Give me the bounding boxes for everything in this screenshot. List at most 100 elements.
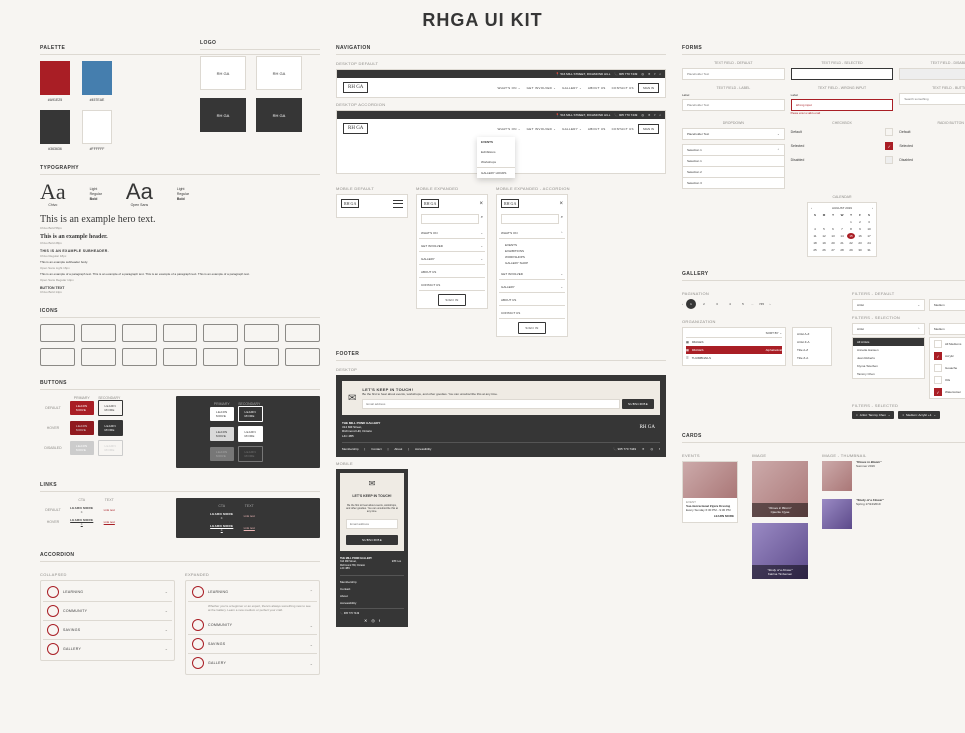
nav-link[interactable]: ABOUT US <box>588 86 606 90</box>
filter-option[interactable]: All Artists <box>853 338 924 346</box>
text-field-label[interactable] <box>682 99 785 111</box>
instagram-icon[interactable]: ◎ <box>651 447 654 451</box>
btn-primary-default[interactable]: LEARN MORE <box>70 401 94 415</box>
org-tab-images-selected[interactable]: ▦IMAGESAlphabetical <box>686 346 782 354</box>
facebook-icon[interactable]: f <box>379 618 380 623</box>
calendar-day[interactable]: 19 <box>820 240 828 246</box>
calendar-day[interactable]: 25 <box>811 247 819 253</box>
sign-in-button[interactable]: SIGN IN <box>638 83 659 93</box>
checkbox-default[interactable] <box>885 128 893 136</box>
brand-logo[interactable]: RH GA <box>635 421 660 438</box>
filter-option[interactable]: ✓Acrylic <box>930 350 965 362</box>
nav-subitem[interactable]: GALLERY SHOP <box>505 261 559 265</box>
image-card[interactable]: "Roses in Bloom"Cjaertie Cjyae <box>752 461 808 517</box>
filter-option[interactable]: Gouache <box>930 362 965 374</box>
filter-option[interactable]: All Mediums <box>930 338 965 350</box>
calendar-day[interactable]: 4 <box>811 226 819 232</box>
calendar-day[interactable]: 7 <box>838 226 846 232</box>
nav-link[interactable]: WHAT'S ON ⌄ <box>497 127 520 131</box>
filter-artist-open[interactable]: Artist⌃ <box>852 323 925 335</box>
nav-link[interactable]: CONTACT US <box>612 86 634 90</box>
nav-link[interactable]: GET INVOLVED ⌄ <box>527 86 556 90</box>
calendar-day[interactable]: 1 <box>847 219 855 225</box>
menu-icon[interactable] <box>393 200 403 208</box>
twitter-icon[interactable]: ✕ <box>364 618 367 623</box>
calendar-day[interactable]: 28 <box>838 247 846 253</box>
footer-link[interactable]: Contact <box>371 447 381 451</box>
calendar-day[interactable]: 3 <box>865 219 873 225</box>
search-icon[interactable]: ⌕ <box>659 113 661 117</box>
text-field-button-input[interactable] <box>899 93 965 105</box>
search-icon[interactable]: ⌕ <box>659 72 661 76</box>
dropdown-option[interactable]: Selection 3 <box>683 177 784 188</box>
nav-subitem[interactable]: EVENTS <box>505 243 559 247</box>
btn-secondary-default[interactable]: LEARN MORE <box>98 400 124 416</box>
calendar-day[interactable]: 9 <box>856 226 864 232</box>
page-number[interactable]: 5 <box>738 299 748 309</box>
brand-logo[interactable]: RH GA <box>343 123 368 134</box>
mobile-search-input[interactable] <box>421 214 479 224</box>
calendar-day[interactable]: 23 <box>856 240 864 246</box>
filter-option[interactable]: Jean Roberts <box>853 354 924 362</box>
nav-link[interactable]: GET INVOLVED⌄ <box>419 241 485 252</box>
nav-dropdown-item[interactable]: Workshops <box>477 157 515 167</box>
calendar-day[interactable]: 26 <box>820 247 828 253</box>
filter-artist[interactable]: Artist⌄ <box>852 299 925 311</box>
accordion-item[interactable]: LEARNING⌄ <box>43 583 172 602</box>
calendar-prev[interactable]: ‹ <box>811 206 812 210</box>
brand-logo[interactable]: RH GA <box>341 199 359 208</box>
calendar-day[interactable]: 24 <box>865 240 873 246</box>
footer-link[interactable]: Contact <box>340 587 404 591</box>
filter-option[interactable]: Tammy Chen <box>853 370 924 378</box>
page-number[interactable]: 2 <box>699 299 709 309</box>
accordion-item[interactable]: SAVINGS⌄ <box>43 621 172 640</box>
accordion-item[interactable]: COMMUNITY⌄ <box>188 616 317 635</box>
footer-link[interactable]: About <box>340 594 404 598</box>
calendar-day[interactable]: 5 <box>820 226 828 232</box>
nav-subitem[interactable]: WORKSHOPS <box>505 255 559 259</box>
instagram-icon[interactable]: ◎ <box>641 113 644 117</box>
sort-option[interactable]: Artist A-Z <box>795 330 829 338</box>
filter-option[interactable]: Annette Hansen <box>853 346 924 354</box>
calendar-day[interactable]: 15 <box>847 233 855 239</box>
calendar-day[interactable]: 14 <box>838 233 846 239</box>
link-cta-default[interactable]: LEARN MORE > <box>70 506 94 514</box>
page-number[interactable]: 4 <box>725 299 735 309</box>
btn-dk-secondary-hover[interactable]: LEARN MORE <box>238 426 264 442</box>
calendar-day[interactable]: 16 <box>856 233 864 239</box>
sign-in-button[interactable]: SIGN IN <box>638 124 659 134</box>
calendar-day[interactable]: 20 <box>829 240 837 246</box>
search-icon[interactable]: ⌕ <box>481 214 483 224</box>
facebook-icon[interactable]: f <box>659 447 660 451</box>
brand-logo[interactable]: RH GA <box>421 199 439 208</box>
nav-link[interactable]: ABOUT US <box>499 295 565 306</box>
search-icon[interactable]: ⌕ <box>561 214 563 224</box>
mobile-search-input[interactable] <box>501 214 559 224</box>
brand-logo[interactable]: RH GA <box>343 82 368 93</box>
event-more-link[interactable]: LEARN MORE <box>686 515 734 519</box>
filter-option[interactable]: ✓Watercolour <box>930 386 965 398</box>
nav-link[interactable]: GET INVOLVED ⌄ <box>527 127 556 131</box>
btn-dk-primary-default[interactable]: LEARN MORE <box>210 407 234 421</box>
calendar-day[interactable]: 13 <box>829 233 837 239</box>
text-field-error[interactable] <box>791 99 894 111</box>
nav-subitem[interactable]: EXHIBITIONS <box>505 249 559 253</box>
filter-medium-open[interactable]: Medium⌃ <box>929 323 965 335</box>
calendar-day[interactable]: 29 <box>847 247 855 253</box>
filter-option[interactable]: Oils <box>930 374 965 386</box>
btn-dk-secondary-default[interactable]: LEARN MORE <box>238 406 264 422</box>
dropdown-toggle[interactable]: Selection 1⌃ <box>683 145 784 155</box>
sign-in-button[interactable]: SIGN IN <box>438 294 465 306</box>
footer-link[interactable]: Membership <box>342 447 359 451</box>
calendar-day[interactable]: 30 <box>856 247 864 253</box>
sort-option[interactable]: Title A-Z <box>795 346 829 354</box>
nav-link[interactable]: GET INVOLVED⌄ <box>499 269 565 280</box>
sort-option[interactable]: Artist Z-A <box>795 338 829 346</box>
brand-logo[interactable]: RH GA <box>389 557 404 571</box>
calendar-day[interactable]: 18 <box>811 240 819 246</box>
page-prev[interactable]: ‹ <box>682 302 683 306</box>
footer-link[interactable]: Accessibility <box>340 601 404 605</box>
event-card[interactable]: EVENT Non-Instructional Figure Drawing E… <box>682 461 738 523</box>
btn-dk-primary-hover[interactable]: LEARN MORE <box>210 427 234 441</box>
twitter-icon[interactable]: ✕ <box>648 113 651 117</box>
